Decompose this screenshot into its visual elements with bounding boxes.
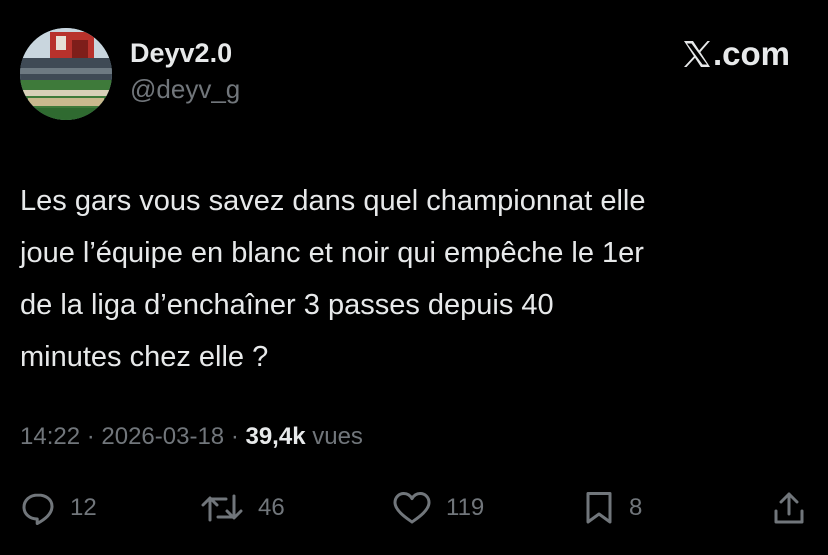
brand-watermark: .com (682, 36, 790, 72)
tweet-meta: 14:22 · 2026-03-18 · 39,4k vues (20, 420, 363, 454)
meta-separator: · (80, 423, 102, 450)
repost-icon (201, 494, 243, 522)
reply-icon (22, 493, 54, 525)
bookmark-count: 8 (629, 494, 643, 521)
tweet-text: Les gars vous savez dans quel championna… (20, 185, 646, 373)
meta-separator: · (224, 423, 246, 450)
x-logo-icon (683, 41, 710, 67)
bookmark-icon (586, 492, 612, 524)
reply-count: 12 (70, 494, 97, 521)
brand-text: .com (712, 35, 790, 72)
author-block: Deyv2.0 @deyv_g (130, 36, 240, 106)
share-button[interactable] (771, 488, 807, 528)
reply-button[interactable]: 12 (20, 488, 97, 528)
tweet-card: Deyv2.0 @deyv_g .com Les gars vous savez… (0, 0, 828, 555)
heart-icon (393, 492, 431, 524)
views-count: 39,4k (245, 423, 306, 450)
author-display-name[interactable]: Deyv2.0 (130, 36, 240, 70)
views-label: vues (305, 423, 363, 450)
like-button[interactable]: 119 (392, 488, 484, 528)
stadium-photo-icon (20, 28, 112, 120)
tweet-time[interactable]: 14:22 (20, 423, 80, 450)
avatar[interactable] (20, 28, 112, 120)
share-icon (774, 492, 804, 524)
like-count: 119 (446, 494, 485, 521)
repost-button[interactable]: 46 (200, 488, 285, 528)
bookmark-button[interactable]: 8 (583, 488, 642, 528)
repost-count: 46 (258, 494, 285, 521)
action-bar: 12 46 119 8 (0, 488, 828, 528)
tweet-date[interactable]: 2026-03-18 (101, 423, 224, 450)
author-handle[interactable]: @deyv_g (130, 72, 240, 106)
